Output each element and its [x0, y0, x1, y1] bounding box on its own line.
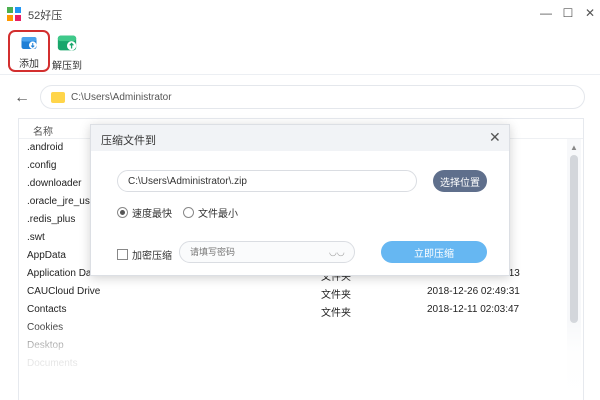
file-name: .android: [27, 142, 64, 153]
maximize-button[interactable]: ☐: [558, 4, 578, 22]
option-size-label: 文件最小: [198, 209, 238, 220]
toolbar: 添加 解压到: [0, 28, 600, 74]
dialog-close-button[interactable]: ✕: [489, 129, 501, 146]
extract-label: 解压到: [52, 61, 82, 72]
file-type: 文件夹: [321, 308, 351, 319]
scroll-thumb[interactable]: [570, 155, 578, 323]
file-name: .downloader: [27, 178, 82, 189]
file-name: .config: [27, 160, 57, 171]
file-name: .redis_plus: [27, 214, 76, 225]
title-bar: 52好压 — ☐ ✕: [0, 0, 600, 28]
file-name: Application Da: [27, 268, 92, 279]
close-window-button[interactable]: ✕: [580, 4, 600, 22]
option-size[interactable]: 文件最小: [183, 205, 238, 220]
file-date: 2018-12-26 02:49:31: [427, 286, 520, 297]
file-name: Cookies: [27, 322, 64, 333]
path-box[interactable]: C:\Users\Administrator: [40, 85, 585, 109]
file-row[interactable]: Documents: [19, 355, 567, 373]
dialog-title: 压缩文件到: [101, 135, 156, 147]
file-date: 2018-12-11 02:03:47: [427, 304, 520, 315]
compress-now-button[interactable]: 立即压缩: [381, 241, 487, 263]
address-bar: ← C:\Users\Administrator: [0, 74, 600, 118]
minimize-button[interactable]: —: [536, 4, 556, 22]
add-label: 添加: [19, 59, 39, 70]
scrollbar[interactable]: ▲: [567, 139, 581, 400]
app-logo-icon: [7, 7, 21, 21]
scroll-up-icon[interactable]: ▲: [570, 143, 578, 152]
file-name: Documents: [27, 358, 78, 369]
output-path-input[interactable]: [117, 170, 417, 192]
file-row[interactable]: Contacts 文件夹 2018-12-11 02:03:47: [19, 301, 567, 319]
radio-speed[interactable]: [117, 207, 128, 218]
extract-icon: [57, 35, 77, 51]
option-speed[interactable]: 速度最快: [117, 205, 172, 220]
choose-location-button[interactable]: 选择位置: [433, 170, 487, 192]
app-title: 52好压: [28, 10, 63, 22]
file-name: .oracle_jre_usa: [27, 196, 96, 207]
add-archive-icon: [21, 37, 37, 49]
file-row[interactable]: Desktop: [19, 337, 567, 355]
file-name: .swt: [27, 232, 45, 243]
folder-icon: [51, 92, 65, 103]
column-name-header[interactable]: 名称: [33, 123, 53, 138]
back-arrow-icon[interactable]: ←: [14, 89, 30, 107]
option-speed-label: 速度最快: [132, 209, 172, 220]
encrypt-option[interactable]: 加密压缩: [117, 247, 172, 262]
file-name: Desktop: [27, 340, 64, 351]
file-name: CAUCloud Drive: [27, 286, 101, 297]
radio-size[interactable]: [183, 207, 194, 218]
compress-dialog: 压缩文件到 ✕ 选择位置 速度最快 文件最小 加密压缩 ◡◡ 立即压缩: [90, 124, 510, 276]
dialog-header: 压缩文件到 ✕: [91, 125, 509, 151]
file-type: 文件夹: [321, 290, 351, 301]
extract-button[interactable]: 解压到: [46, 30, 88, 72]
encrypt-checkbox[interactable]: [117, 249, 128, 260]
path-text: C:\Users\Administrator: [71, 92, 172, 103]
file-name: AppData: [27, 250, 66, 261]
file-name: Contacts: [27, 304, 67, 315]
encrypt-label: 加密压缩: [132, 251, 172, 262]
eye-hidden-icon[interactable]: ◡◡: [329, 247, 345, 258]
add-button[interactable]: 添加: [8, 30, 50, 72]
file-row[interactable]: Cookies: [19, 319, 567, 337]
file-row[interactable]: CAUCloud Drive 文件夹 2018-12-26 02:49:31: [19, 283, 567, 301]
